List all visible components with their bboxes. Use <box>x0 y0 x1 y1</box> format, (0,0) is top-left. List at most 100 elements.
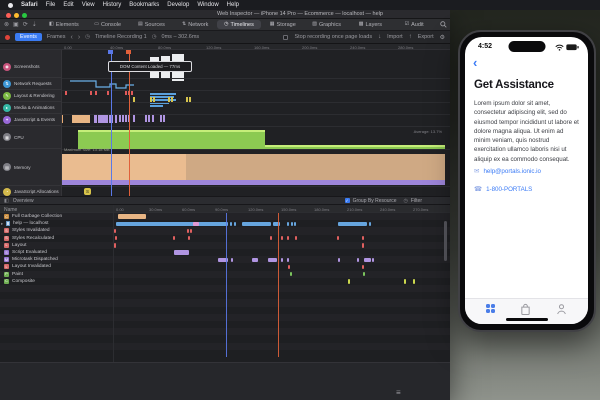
menu-item-file[interactable]: File <box>46 2 56 8</box>
close-traffic-light[interactable] <box>6 13 11 18</box>
events-view-button[interactable]: Events <box>15 33 42 41</box>
tab-icon-console: ▭ <box>94 22 99 27</box>
export-button[interactable]: Export <box>418 34 434 40</box>
timeline-row-javascript-events[interactable]: ✦JavaScript & Events <box>0 114 62 126</box>
record-button[interactable] <box>5 35 10 40</box>
home-indicator[interactable] <box>506 318 548 321</box>
web-inspector-window: Web Inspector — iPhone 14 Pro — Ecommerc… <box>0 10 450 400</box>
grid-event-mark <box>116 222 228 227</box>
stop-recording-label[interactable]: Stop recording once page loads <box>294 34 372 40</box>
tab-label-audit: Audit <box>411 22 424 28</box>
group-by-resource-checkbox[interactable]: ✓ <box>345 198 350 203</box>
tab-network[interactable]: ⇅Network <box>173 19 217 30</box>
minimize-traffic-light[interactable] <box>14 13 19 18</box>
overview-mark <box>186 154 445 180</box>
grid-event-mark <box>291 222 293 227</box>
time-range[interactable]: 0ms – 302.6ms <box>162 34 200 40</box>
tab-icon-network: ⇅ <box>182 22 186 27</box>
back-chevron[interactable]: ‹ <box>473 56 477 69</box>
group-by-resource-option[interactable]: ✓ Group By Resource <box>345 198 397 204</box>
timeline-row-layout-rendering[interactable]: ✎Layout & Rendering <box>0 90 62 102</box>
inspector-tabs: ◧Elements▭Console▤Sources⇅Network◷Timeli… <box>42 19 436 30</box>
memory-max-label: Maximum Size: 13.18 MB <box>64 147 110 152</box>
tab-home-grid-icon[interactable] <box>486 304 496 314</box>
zoom-traffic-light[interactable] <box>22 13 27 18</box>
tab-shop-bag-icon[interactable] <box>520 303 531 315</box>
menu-item-window[interactable]: Window <box>197 2 218 8</box>
javascript-allocations-icon: ◔ <box>3 188 11 196</box>
apple-menu-icon[interactable] <box>8 3 13 8</box>
drag-handle-icon[interactable]: ≡ <box>396 389 401 397</box>
events-data-grid[interactable]: Name 0.0030.0ms60.0ms90.0ms120.0ms150.0m… <box>0 205 450 362</box>
close-icon[interactable]: ⊗ <box>4 22 9 28</box>
grid-event-mark <box>357 258 359 263</box>
overview-path-label[interactable]: Overview <box>13 198 34 204</box>
tab-timelines[interactable]: ◷Timelines <box>217 20 261 29</box>
grid-event-mark <box>338 258 340 263</box>
timeline-row-javascript-allocations[interactable]: ◔JavaScript Allocations <box>0 186 62 196</box>
javascript-events-icon: ✦ <box>3 116 11 124</box>
timeline-row-screenshots[interactable]: ◉Screenshots <box>0 56 62 78</box>
search-button[interactable] <box>436 19 450 30</box>
overview-path-icon: ◧ <box>4 198 9 204</box>
timeline-row-cpu[interactable]: ▦CPU <box>0 126 62 149</box>
bottom-bar: ≡ <box>0 362 450 400</box>
frames-view-button[interactable]: Frames <box>47 34 66 40</box>
overview-mark <box>163 115 165 122</box>
grid-event-mark <box>337 236 339 241</box>
tab-layers[interactable]: ▩Layers <box>348 19 392 30</box>
menu-item-bookmarks[interactable]: Bookmarks <box>129 2 159 8</box>
grid-scrollbar[interactable] <box>444 221 447 261</box>
tab-sources[interactable]: ▤Sources <box>130 19 174 30</box>
forward-arrow-icon[interactable]: › <box>78 34 80 41</box>
timeline-row-media-animations[interactable]: ▸Media & Animations <box>0 102 62 114</box>
menu-item-help[interactable]: Help <box>227 2 239 8</box>
overview-graph[interactable]: Average: 13.7% Maximum Size: 13.18 MB S … <box>0 50 450 196</box>
grid-event-mark <box>404 279 406 284</box>
download-icon[interactable]: ⇣ <box>32 22 37 28</box>
timeline-row-network-requests[interactable]: ⇅Network Requests <box>0 78 62 90</box>
stop-recording-checkbox[interactable] <box>283 35 288 40</box>
tab-icon-graphics: ▨ <box>312 22 317 27</box>
tab-label-sources: Sources <box>145 22 165 28</box>
menu-item-edit[interactable]: Edit <box>63 2 73 8</box>
tab-audit[interactable]: ☑Audit <box>392 19 436 30</box>
timelines-overview[interactable]: 0.0040.0ms80.0ms120.0ms160.0ms200.0ms240… <box>0 44 450 196</box>
tab-icon-elements: ◧ <box>49 22 54 27</box>
tab-console[interactable]: ▭Console <box>86 19 130 30</box>
tab-elements[interactable]: ◧Elements <box>42 19 86 30</box>
grid-event-mark <box>294 222 296 227</box>
grid-event-mark <box>268 258 277 263</box>
menu-item-safari[interactable]: Safari <box>21 2 38 8</box>
tab-graphics[interactable]: ▨Graphics <box>305 19 349 30</box>
memory-icon: ▤ <box>3 163 11 171</box>
import-button[interactable]: Import <box>387 34 403 40</box>
grid-event-mark <box>348 279 350 284</box>
js-allocation-snapshot-badge[interactable]: S <box>84 188 91 195</box>
email-link[interactable]: ✉ help@portals.ionic.io <box>474 167 541 175</box>
timeline-row-memory[interactable]: ▤Memory <box>0 149 62 186</box>
back-arrow-icon[interactable]: ‹ <box>70 34 72 41</box>
row-separator <box>62 126 450 127</box>
dock-icon[interactable]: ▣ <box>13 22 19 28</box>
phone-link[interactable]: ☎ 1-800-PORTALS <box>474 185 532 193</box>
gear-icon[interactable]: ⚙ <box>440 34 445 41</box>
timeline-row-label: Screenshots <box>14 64 40 69</box>
tab-account-person-icon[interactable] <box>556 303 567 315</box>
grid-event-mark <box>115 236 117 241</box>
filter-option[interactable]: ◷ Filter <box>404 198 423 204</box>
grid-event-mark <box>281 236 283 241</box>
overview-mark <box>160 115 162 122</box>
recording-name[interactable]: Timeline Recording 1 <box>95 34 147 40</box>
filter-label: Filter <box>411 198 422 204</box>
tab-storage[interactable]: ▦Storage <box>261 19 305 30</box>
row-separator <box>62 90 450 91</box>
menu-item-history[interactable]: History <box>103 2 122 8</box>
menu-item-view[interactable]: View <box>82 2 95 8</box>
grid-event-mark <box>234 222 236 227</box>
reload-icon[interactable]: ⟳ <box>23 22 28 28</box>
grid-dcl-marker-line <box>226 213 227 357</box>
detail-navigation-bar: ◧ Overview ✓ Group By Resource ◷ Filter <box>0 196 450 205</box>
tab-label-storage: Storage <box>277 22 296 28</box>
menu-item-develop[interactable]: Develop <box>167 2 189 8</box>
